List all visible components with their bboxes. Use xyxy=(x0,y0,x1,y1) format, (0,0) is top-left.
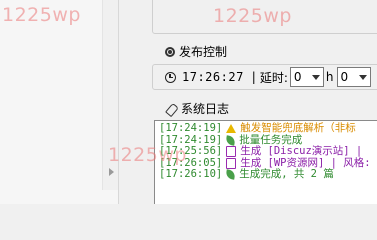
left-list-panel[interactable] xyxy=(0,0,119,204)
document-icon xyxy=(226,146,237,158)
delay-label: 延时: xyxy=(259,70,288,85)
log-entry: [17:26:10] 生成完成, 共 2 篇 xyxy=(159,168,377,181)
left-scrollbar[interactable] xyxy=(102,0,118,190)
log-message: 触发智能兜底解析（非标 xyxy=(240,122,356,134)
log-time: [17:25:56] xyxy=(159,145,223,157)
system-log-title: 系统日志 xyxy=(181,102,230,116)
chevron-down-icon xyxy=(358,75,367,80)
log-entry: [17:24:19] 触发智能兜底解析（非标 xyxy=(159,122,377,135)
log-time: [17:26:10] xyxy=(159,168,223,180)
delay-minutes-select[interactable]: 0 xyxy=(336,67,371,87)
system-log-textarea[interactable]: [17:24:19] 触发智能兜底解析（非标 [17:24:19] 批量任务完成… xyxy=(154,120,377,204)
system-log-header: 系统日志 xyxy=(165,101,229,117)
log-entry: [17:25:56] 生成 [Discuz演示站] | xyxy=(159,145,377,158)
chevron-down-icon xyxy=(311,75,320,80)
rocket-icon xyxy=(165,103,177,115)
delay-hours-value: 0 xyxy=(293,70,302,84)
log-time: [17:24:19] xyxy=(159,122,223,134)
top-group-box xyxy=(152,0,377,34)
leaf-icon xyxy=(225,169,236,180)
hours-unit: h xyxy=(325,70,334,84)
delay-hours-select[interactable]: 0 xyxy=(289,67,324,87)
publish-control-row: 17:26:27 | 延时: 0 h 0 xyxy=(152,64,377,90)
warning-icon xyxy=(226,124,237,134)
gear-icon xyxy=(165,47,175,57)
leaf-icon xyxy=(225,135,236,146)
publish-control-header: 发布控制 xyxy=(165,44,227,60)
scroll-arrow-right-icon[interactable] xyxy=(109,168,114,176)
current-time: 17:26:27 xyxy=(182,70,244,84)
delay-minutes-value: 0 xyxy=(340,70,349,84)
clock-icon xyxy=(165,71,176,83)
separator: | xyxy=(251,70,256,84)
publish-control-title: 发布控制 xyxy=(179,45,228,59)
document-icon xyxy=(226,157,237,169)
log-message: 生成 [Discuz演示站] | xyxy=(240,145,363,157)
log-message: 生成完成, 共 2 篇 xyxy=(239,168,334,180)
